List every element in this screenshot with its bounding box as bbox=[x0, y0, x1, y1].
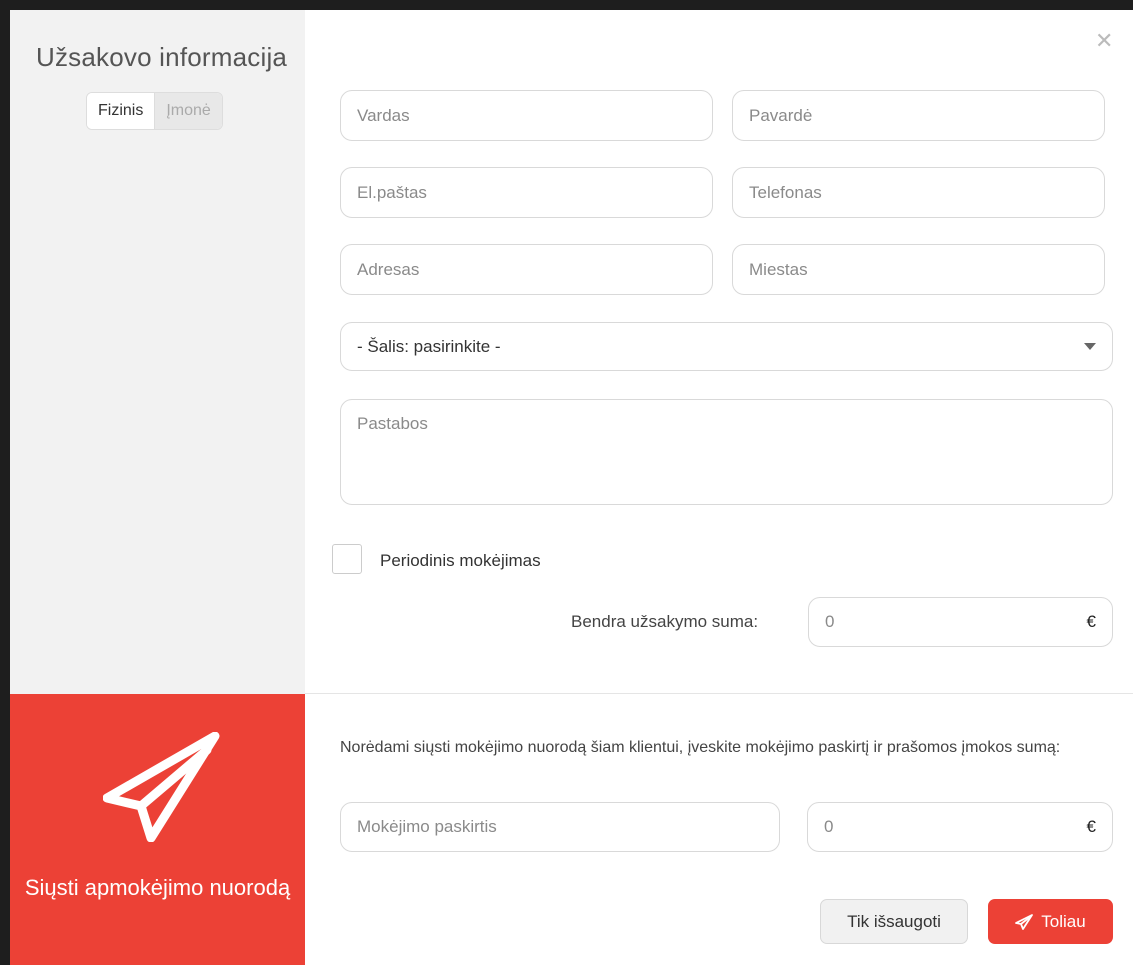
send-payment-link-label[interactable]: Siųsti apmokėjimo nuorodą bbox=[10, 872, 305, 904]
payment-purpose-placeholder: Mokėjimo paskirtis bbox=[357, 817, 497, 836]
last-name-placeholder: Pavardė bbox=[749, 105, 813, 125]
chevron-down-icon bbox=[1084, 343, 1096, 350]
customer-type-toggle: Fizinis Įmonė bbox=[86, 92, 223, 130]
euro-currency-label: € bbox=[1086, 817, 1096, 836]
email-input[interactable]: El.paštas bbox=[340, 167, 713, 218]
country-select-value: - Šalis: pasirinkite - bbox=[357, 336, 501, 356]
city-placeholder: Miestas bbox=[749, 259, 808, 279]
next-label: Toliau bbox=[1041, 911, 1086, 931]
last-name-input[interactable]: Pavardė bbox=[732, 90, 1105, 141]
customer-info-modal: Užsakovo informacija Fizinis Įmonė ✕ Var… bbox=[10, 10, 1133, 965]
payment-amount-input[interactable]: 0 € bbox=[807, 802, 1113, 852]
email-placeholder: El.paštas bbox=[357, 182, 427, 202]
paper-plane-icon bbox=[103, 732, 220, 842]
periodic-payment-checkbox[interactable] bbox=[332, 544, 362, 574]
toggle-company[interactable]: Įmonė bbox=[154, 93, 222, 129]
city-input[interactable]: Miestas bbox=[732, 244, 1105, 295]
first-name-input[interactable]: Vardas bbox=[340, 90, 713, 141]
close-icon[interactable]: ✕ bbox=[1095, 28, 1113, 54]
total-amount-value: 0 bbox=[825, 612, 835, 631]
notes-textarea[interactable]: Pastabos bbox=[340, 399, 1113, 505]
modal-title: Užsakovo informacija bbox=[36, 42, 288, 72]
payment-purpose-input[interactable]: Mokėjimo paskirtis bbox=[340, 802, 780, 852]
send-icon bbox=[1015, 913, 1034, 930]
payment-amount-value: 0 bbox=[824, 817, 834, 836]
next-button[interactable]: Toliau bbox=[988, 899, 1113, 944]
country-select[interactable]: - Šalis: pasirinkite - bbox=[340, 322, 1113, 371]
total-label: Bendra užsakymo suma: bbox=[571, 612, 759, 631]
periodic-payment-label: Periodinis mokėjimas bbox=[380, 551, 541, 570]
notes-placeholder: Pastabos bbox=[357, 414, 428, 433]
first-name-placeholder: Vardas bbox=[357, 105, 410, 125]
address-placeholder: Adresas bbox=[357, 259, 420, 279]
total-amount-input[interactable]: 0 € bbox=[808, 597, 1113, 647]
divider bbox=[305, 693, 1133, 694]
payment-link-info: Norėdami siųsti mokėjimo nuorodą šiam kl… bbox=[340, 739, 1061, 756]
save-only-button[interactable]: Tik išsaugoti bbox=[820, 899, 968, 944]
phone-input[interactable]: Telefonas bbox=[732, 167, 1105, 218]
save-only-label: Tik išsaugoti bbox=[847, 911, 941, 931]
euro-currency-label: € bbox=[1086, 612, 1096, 631]
toggle-individual[interactable]: Fizinis bbox=[87, 93, 155, 129]
address-input[interactable]: Adresas bbox=[340, 244, 713, 295]
phone-placeholder: Telefonas bbox=[749, 182, 822, 202]
